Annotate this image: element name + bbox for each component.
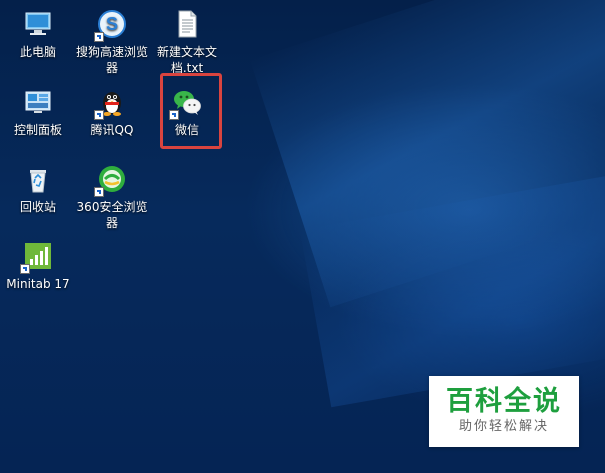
shortcut-arrow-icon	[94, 32, 104, 42]
watermark-title: 百科全说	[446, 386, 562, 417]
desktop-icon-text-file[interactable]: 新建文本文档.txt	[149, 8, 225, 76]
desktop-icon-360-browser[interactable]: 360安全浏览器	[74, 163, 150, 231]
desktop-icon-qq[interactable]: 腾讯QQ	[74, 86, 150, 138]
desktop-icon-recycle-bin[interactable]: 回收站	[0, 163, 76, 215]
recycle-bin-icon	[22, 163, 54, 195]
sogou-browser-icon: S	[94, 8, 128, 42]
desktop-icon-label: 搜狗高速浏览器	[75, 45, 148, 75]
desktop-icon-minitab[interactable]: Minitab 17	[0, 240, 76, 292]
360-browser-icon	[94, 163, 128, 197]
watermark-badge: 百科全说 助你轻松解决	[429, 376, 579, 447]
desktop-icon-label: 回收站	[19, 200, 56, 214]
wallpaper-light-beam	[250, 0, 605, 308]
desktop-icon-label: 360安全浏览器	[76, 200, 148, 230]
watermark-subtitle: 助你轻松解决	[458, 419, 549, 434]
qq-penguin-icon	[94, 86, 128, 120]
desktop-icon-this-pc[interactable]: 此电脑	[0, 8, 76, 60]
desktop-icon-control-panel[interactable]: 控制面板	[0, 86, 76, 138]
desktop-icon-label: Minitab 17	[6, 277, 70, 291]
shortcut-arrow-icon	[20, 264, 30, 274]
shortcut-arrow-icon	[94, 187, 104, 197]
svg-text:S: S	[106, 14, 118, 34]
highlight-box	[160, 73, 222, 149]
this-pc-icon	[22, 8, 54, 40]
control-panel-icon	[22, 86, 54, 118]
text-file-icon	[171, 8, 203, 40]
desktop-icon-label: 此电脑	[19, 45, 56, 59]
minitab-icon	[20, 240, 54, 274]
wallpaper-light-beam-lower	[300, 157, 605, 408]
shortcut-arrow-icon	[94, 110, 104, 120]
desktop-icon-sogou-browser[interactable]: S 搜狗高速浏览器	[74, 8, 150, 76]
desktop-icon-label: 腾讯QQ	[90, 123, 134, 137]
desktop-icon-label: 控制面板	[13, 123, 62, 137]
desktop-icon-label: 新建文本文档.txt	[156, 45, 217, 75]
